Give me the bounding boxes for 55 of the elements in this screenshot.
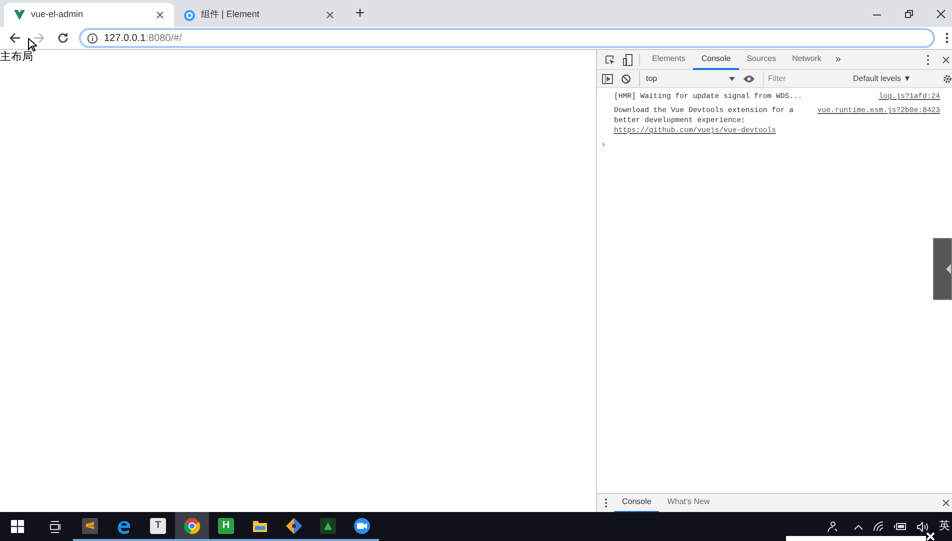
typora-app-icon	[150, 518, 166, 534]
camera-app-icon	[354, 518, 370, 534]
menu-icon[interactable]	[945, 32, 949, 44]
chrome-app-icon	[184, 518, 200, 534]
new-tab-button[interactable]: +	[350, 5, 370, 23]
address-bar[interactable]: 127.0.0.1:8080/#/	[79, 28, 935, 48]
more-tabs-button[interactable]: »	[835, 52, 841, 67]
devtools-tab[interactable]: Elements	[644, 50, 694, 70]
windows-start-icon[interactable]	[11, 520, 24, 533]
collapse-arrow-icon	[946, 264, 951, 274]
element-logo-icon	[184, 10, 195, 20]
wifi-icon[interactable]	[873, 521, 884, 532]
close-icon[interactable]	[942, 499, 950, 507]
info-icon[interactable]	[87, 32, 98, 44]
settings-icon[interactable]	[943, 74, 952, 84]
devtools-tab[interactable]: Sources	[738, 50, 784, 70]
close-icon[interactable]	[156, 11, 164, 19]
task-view-icon[interactable]	[49, 520, 61, 532]
devtools-tab[interactable]: What's New	[659, 494, 718, 512]
app-glyph: T	[154, 520, 162, 530]
device-icon[interactable]	[623, 54, 633, 66]
tab-title: 组件 | Element	[201, 8, 260, 22]
url-text: 127.0.0.1:8080/#/	[104, 32, 182, 46]
side-panel-handle[interactable]	[933, 238, 952, 300]
eye-icon[interactable]	[743, 74, 755, 82]
sidebar-toggle-icon[interactable]	[602, 74, 613, 84]
battery-icon[interactable]	[894, 522, 907, 531]
console-prompt[interactable]: ›	[597, 138, 952, 150]
app-glyph: H	[222, 520, 230, 530]
chevron-up-icon[interactable]	[854, 524, 863, 530]
back-icon[interactable]	[9, 32, 21, 44]
inspect-icon[interactable]	[605, 54, 615, 64]
clear-console-icon[interactable]	[621, 74, 631, 84]
restore-icon[interactable]	[904, 8, 914, 18]
devtools-tab[interactable]: Network	[784, 50, 830, 70]
terminal-app-icon	[320, 518, 336, 534]
browser-tab[interactable]: vue-el-admin	[4, 3, 174, 27]
hbuilder-app-icon	[218, 518, 234, 534]
reload-icon[interactable]	[57, 32, 69, 44]
sublime-app-icon	[82, 518, 98, 534]
people-icon[interactable]	[826, 520, 838, 532]
caret-icon	[729, 76, 735, 80]
v-logo-icon	[14, 10, 25, 20]
taskbar-app-button[interactable]	[175, 512, 209, 541]
page-heading: 主布局	[0, 50, 34, 64]
tab-title: vue-el-admin	[31, 8, 84, 22]
log-levels-dropdown[interactable]: Default levels ▼	[853, 72, 912, 84]
context-select[interactable]: top	[639, 70, 735, 86]
menu-icon[interactable]	[926, 54, 930, 66]
close-icon[interactable]	[942, 56, 950, 64]
menu-icon[interactable]	[604, 498, 608, 508]
volume-icon[interactable]	[917, 522, 929, 532]
git-app-icon	[286, 518, 302, 534]
close-icon[interactable]	[936, 8, 946, 18]
input-method-indicator[interactable]: 英	[939, 518, 950, 535]
